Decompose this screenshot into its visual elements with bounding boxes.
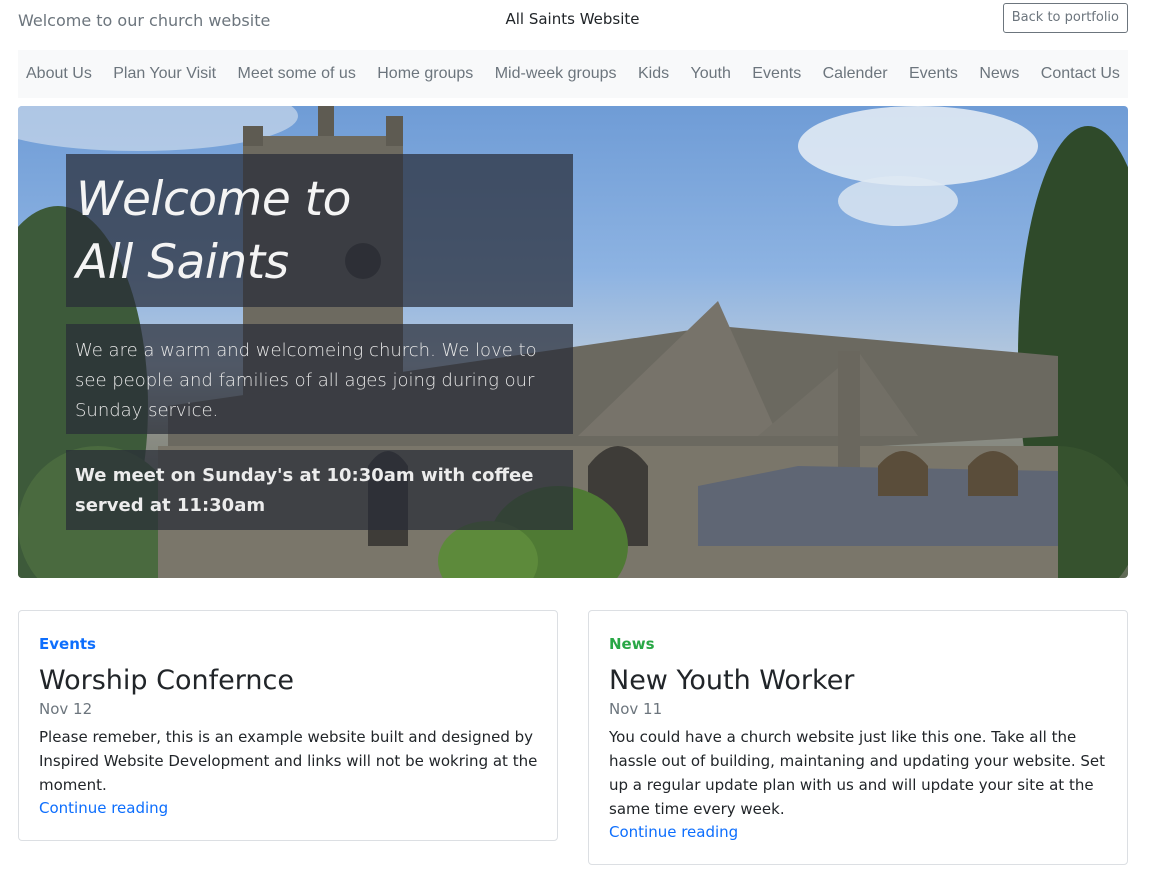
nav-item-news[interactable]: News [979,65,1019,83]
page: Welcome to our church website All Saints… [0,0,1165,891]
hero-title: Welcome to All Saints [76,168,566,294]
nav-item-plan-your-visit[interactable]: Plan Your Visit [113,65,216,83]
nav-item-events[interactable]: Events [752,65,801,83]
hero-title-line-2: All Saints [76,235,289,290]
site-title[interactable]: All Saints Website [0,10,1145,28]
nav-item-mid-week-groups[interactable]: Mid-week groups [495,65,617,83]
nav-item-home-groups[interactable]: Home groups [377,65,473,83]
hero-intro-panel: We are a warm and welcomeing church. We … [66,324,573,434]
nav-item-youth[interactable]: Youth [691,65,731,83]
main-nav: About Us Plan Your Visit Meet some of us… [18,50,1128,98]
card-category[interactable]: News [609,635,655,653]
card-date: Nov 12 [39,700,93,718]
hero-intro-text: We are a warm and welcomeing church. We … [75,340,537,421]
card-date: Nov 11 [609,700,663,718]
hero-meeting-panel: We meet on Sunday's at 10:30am with coff… [66,450,573,530]
continue-reading-link[interactable]: Continue reading [39,799,168,817]
card-title: New Youth Worker [609,665,855,696]
nav-item-about-us[interactable]: About Us [26,65,92,83]
news-card: News New Youth Worker Nov 11 You could h… [588,610,1128,865]
card-text: Please remeber, this is an example websi… [39,728,538,794]
hero-meeting-text: We meet on Sunday's at 10:30am with coff… [75,465,534,516]
card-text: You could have a church website just lik… [609,728,1106,818]
nav-item-meet-some-of-us[interactable]: Meet some of us [238,65,356,83]
events-card: Events Worship Confernce Nov 12 Please r… [18,610,558,841]
continue-reading-link[interactable]: Continue reading [609,823,738,841]
nav-item-events-2[interactable]: Events [909,65,958,83]
nav-item-contact-us[interactable]: Contact Us [1041,65,1120,83]
hero-title-line-1: Welcome to [76,172,351,227]
card-category[interactable]: Events [39,635,96,653]
card-title: Worship Confernce [39,665,294,696]
back-to-portfolio-button[interactable]: Back to portfolio [1002,3,1128,33]
nav-item-calender[interactable]: Calender [823,65,888,83]
nav-item-kids[interactable]: Kids [638,65,669,83]
top-bar: Welcome to our church website All Saints… [0,0,1165,44]
hero-banner: Welcome to All Saints We are a warm and … [18,106,1128,578]
hero-title-panel: Welcome to All Saints [66,154,573,307]
